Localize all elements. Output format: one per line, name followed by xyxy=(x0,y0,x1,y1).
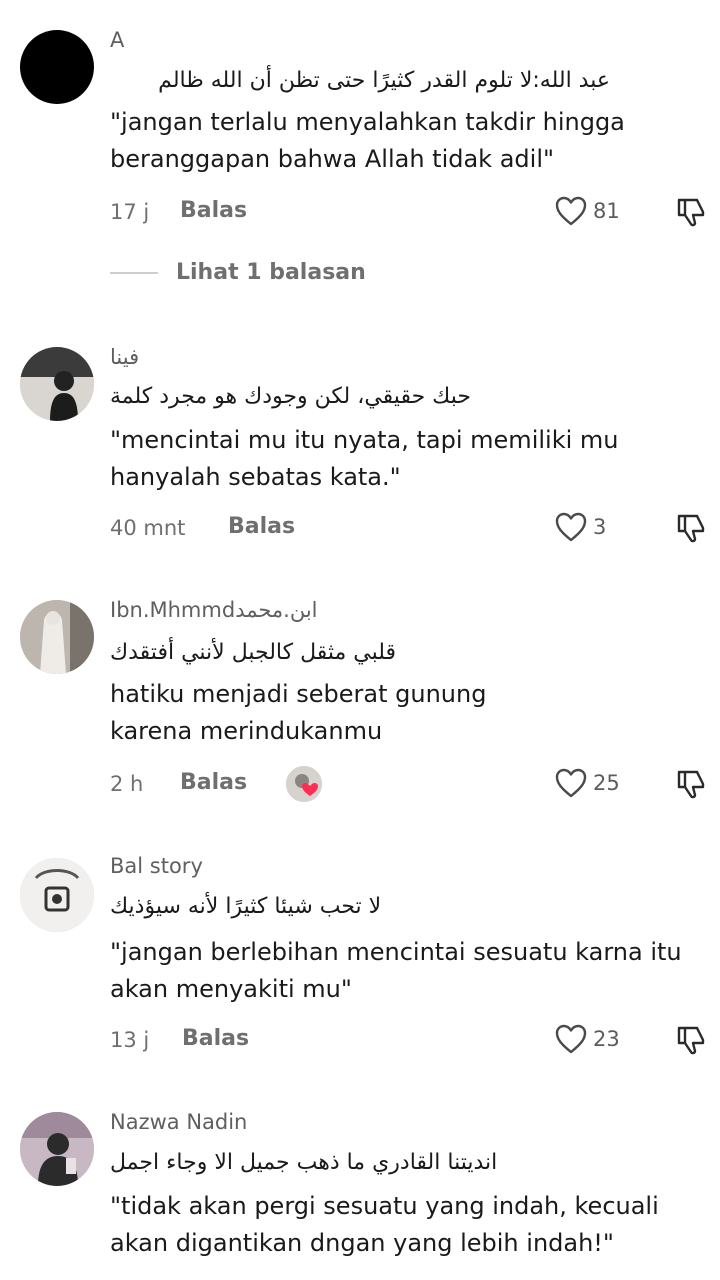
comment-username[interactable]: فينا xyxy=(110,345,139,369)
view-replies-button[interactable]: Lihat 1 balasan xyxy=(110,260,366,285)
like-count: 81 xyxy=(593,199,620,223)
reply-button[interactable]: Balas xyxy=(228,514,295,539)
reply-button[interactable]: Balas xyxy=(180,770,247,795)
comment-arabic-text: لا تحب شيئا كثيرًا لأنه سيؤذيك xyxy=(110,894,382,919)
avatar[interactable] xyxy=(20,1112,94,1186)
comment-arabic-text: قلبي مثقل كالجبل لأنني أفتقدك xyxy=(110,640,397,665)
thumbs-down-outline-icon[interactable] xyxy=(675,768,707,800)
view-replies-label: Lihat 1 balasan xyxy=(176,260,366,285)
comment-text: "mencintai mu itu nyata, tapi memiliki m… xyxy=(110,426,619,491)
comment-time: 40 mnt xyxy=(110,516,186,540)
like-count: 25 xyxy=(593,771,620,795)
divider xyxy=(110,271,158,274)
comment-text: "jangan terlalu menyalahkan takdir hingg… xyxy=(110,108,625,173)
comment-text: "tidak akan pergi sesuatu yang indah, ke… xyxy=(110,1192,659,1257)
comment-time: 2 h xyxy=(110,772,144,796)
heart-outline-icon xyxy=(555,196,587,226)
reply-button[interactable]: Balas xyxy=(182,1026,249,1051)
comment-time: 17 j xyxy=(110,200,150,224)
like-button[interactable]: 23 xyxy=(555,1024,620,1054)
comment-text: hatiku menjadi seberat gunung karena mer… xyxy=(110,680,487,745)
like-count: 23 xyxy=(593,1027,620,1051)
like-button[interactable]: 81 xyxy=(555,196,620,226)
comment-time: 13 j xyxy=(110,1028,150,1052)
like-button[interactable]: 25 xyxy=(555,768,620,798)
thumbs-down-outline-icon[interactable] xyxy=(675,512,707,544)
comment-username[interactable]: Bal story xyxy=(110,854,203,878)
avatar[interactable] xyxy=(20,858,94,932)
like-count: 3 xyxy=(593,515,607,539)
creator-liked-avatar xyxy=(286,766,322,802)
heart-outline-icon xyxy=(555,512,587,542)
comment-username[interactable]: Nazwa Nadin xyxy=(110,1110,247,1134)
thumbs-down-outline-icon[interactable] xyxy=(675,196,707,228)
reply-button[interactable]: Balas xyxy=(180,198,247,223)
avatar[interactable] xyxy=(20,347,94,421)
comment-arabic-text: عبد الله:لا تلوم القدر كثيرًا حتى تظن أن… xyxy=(158,68,610,93)
comment-username[interactable]: A xyxy=(110,28,124,52)
avatar[interactable] xyxy=(20,30,94,104)
comment-arabic-text: انديتنا القادري ما ذهب جميل الا وجاء اجم… xyxy=(110,1150,498,1175)
like-button[interactable]: 3 xyxy=(555,512,606,542)
comment-text: "jangan berlebihan mencintai sesuatu kar… xyxy=(110,938,682,1003)
comment-username[interactable]: Ibn.Mhmmdابن.محمد xyxy=(110,598,318,622)
heart-outline-icon xyxy=(555,768,587,798)
avatar[interactable] xyxy=(20,600,94,674)
heart-outline-icon xyxy=(555,1024,587,1054)
comment-arabic-text: حبك حقيقي، لكن وجودك هو مجرد كلمة xyxy=(110,384,471,409)
thumbs-down-outline-icon[interactable] xyxy=(675,1024,707,1056)
